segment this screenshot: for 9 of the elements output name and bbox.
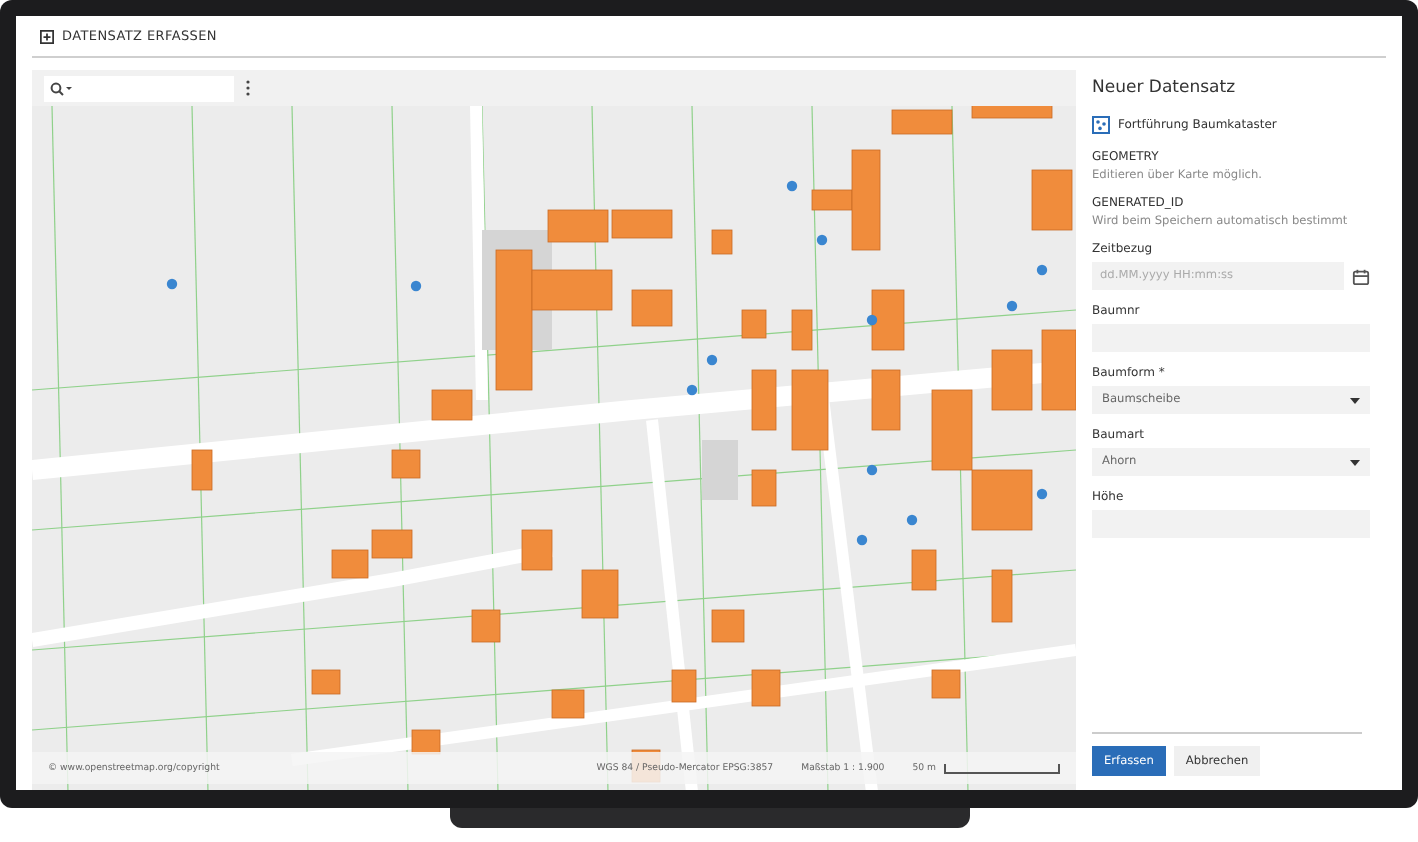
calendar-icon[interactable] — [1352, 267, 1370, 285]
search-icon — [50, 81, 74, 95]
add-icon — [40, 29, 54, 43]
caret-icon — [1350, 397, 1360, 403]
layer-icon — [1092, 116, 1110, 134]
scale-bar — [944, 763, 1060, 773]
caret-icon — [1350, 459, 1360, 465]
search-field[interactable] — [44, 75, 234, 101]
panel-title: Neuer Datensatz — [1092, 78, 1238, 98]
